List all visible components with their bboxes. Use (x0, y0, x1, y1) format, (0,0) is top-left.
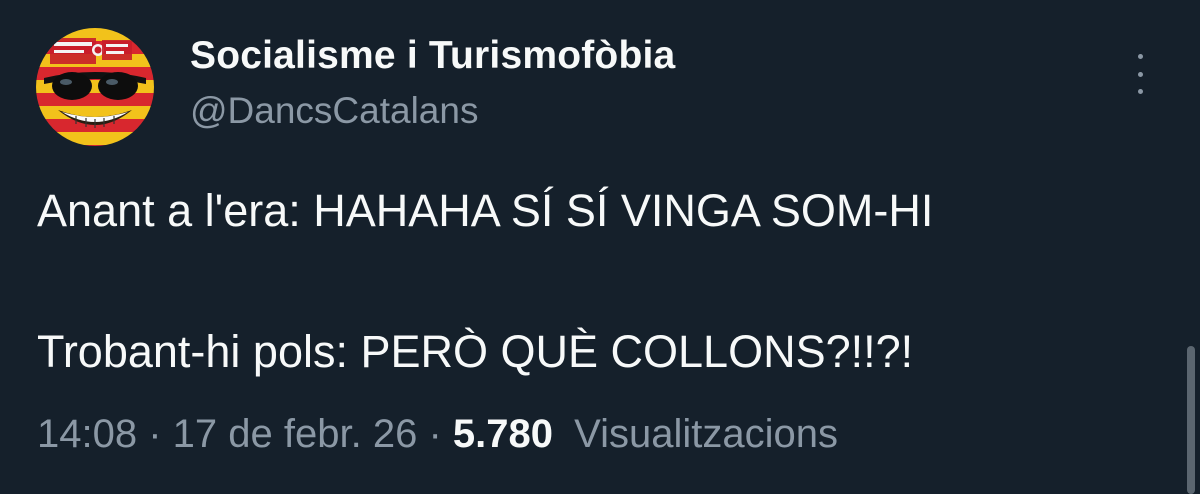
views-count[interactable]: 5.780 (453, 412, 553, 456)
tweet-date[interactable]: 17 de febr. 26 (173, 412, 418, 456)
author-display-name[interactable]: Socialisme i Turismofòbia (190, 34, 675, 78)
tweet-time[interactable]: 14:08 (37, 412, 137, 456)
scrollbar-thumb[interactable] (1187, 346, 1195, 494)
tweet-meta: 14:08 · 17 de febr. 26 · 5.780 Visualitz… (37, 412, 838, 457)
avatar[interactable] (36, 28, 154, 146)
tweet-text-line-2: Trobant-hi pols: PERÒ QUÈ COLLONS?!!?! (37, 326, 914, 377)
more-options-button[interactable] (1128, 54, 1152, 94)
views-label[interactable]: Visualitzacions (574, 412, 838, 456)
author-handle[interactable]: @DancsCatalans (190, 90, 478, 132)
smiley-sunglasses-icon (44, 38, 146, 128)
tweet: Socialisme i Turismofòbia @DancsCatalans… (0, 0, 1200, 494)
tweet-text-line-1: Anant a l'era: HAHAHA SÍ SÍ VINGA SOM-HI (37, 185, 934, 236)
meta-separator: · (428, 412, 453, 456)
more-vertical-icon-dot (1137, 54, 1143, 59)
more-vertical-icon-dot (1137, 71, 1143, 77)
meta-separator: · (148, 412, 173, 456)
more-vertical-icon-dot (1137, 89, 1143, 94)
